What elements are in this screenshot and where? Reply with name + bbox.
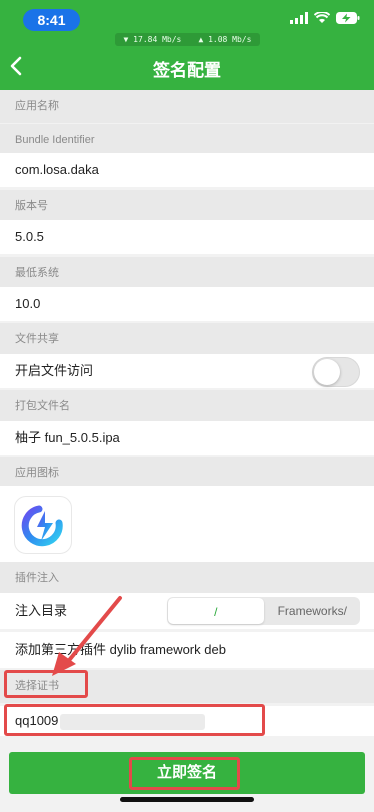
- annotation-arrow-icon: [52, 596, 122, 676]
